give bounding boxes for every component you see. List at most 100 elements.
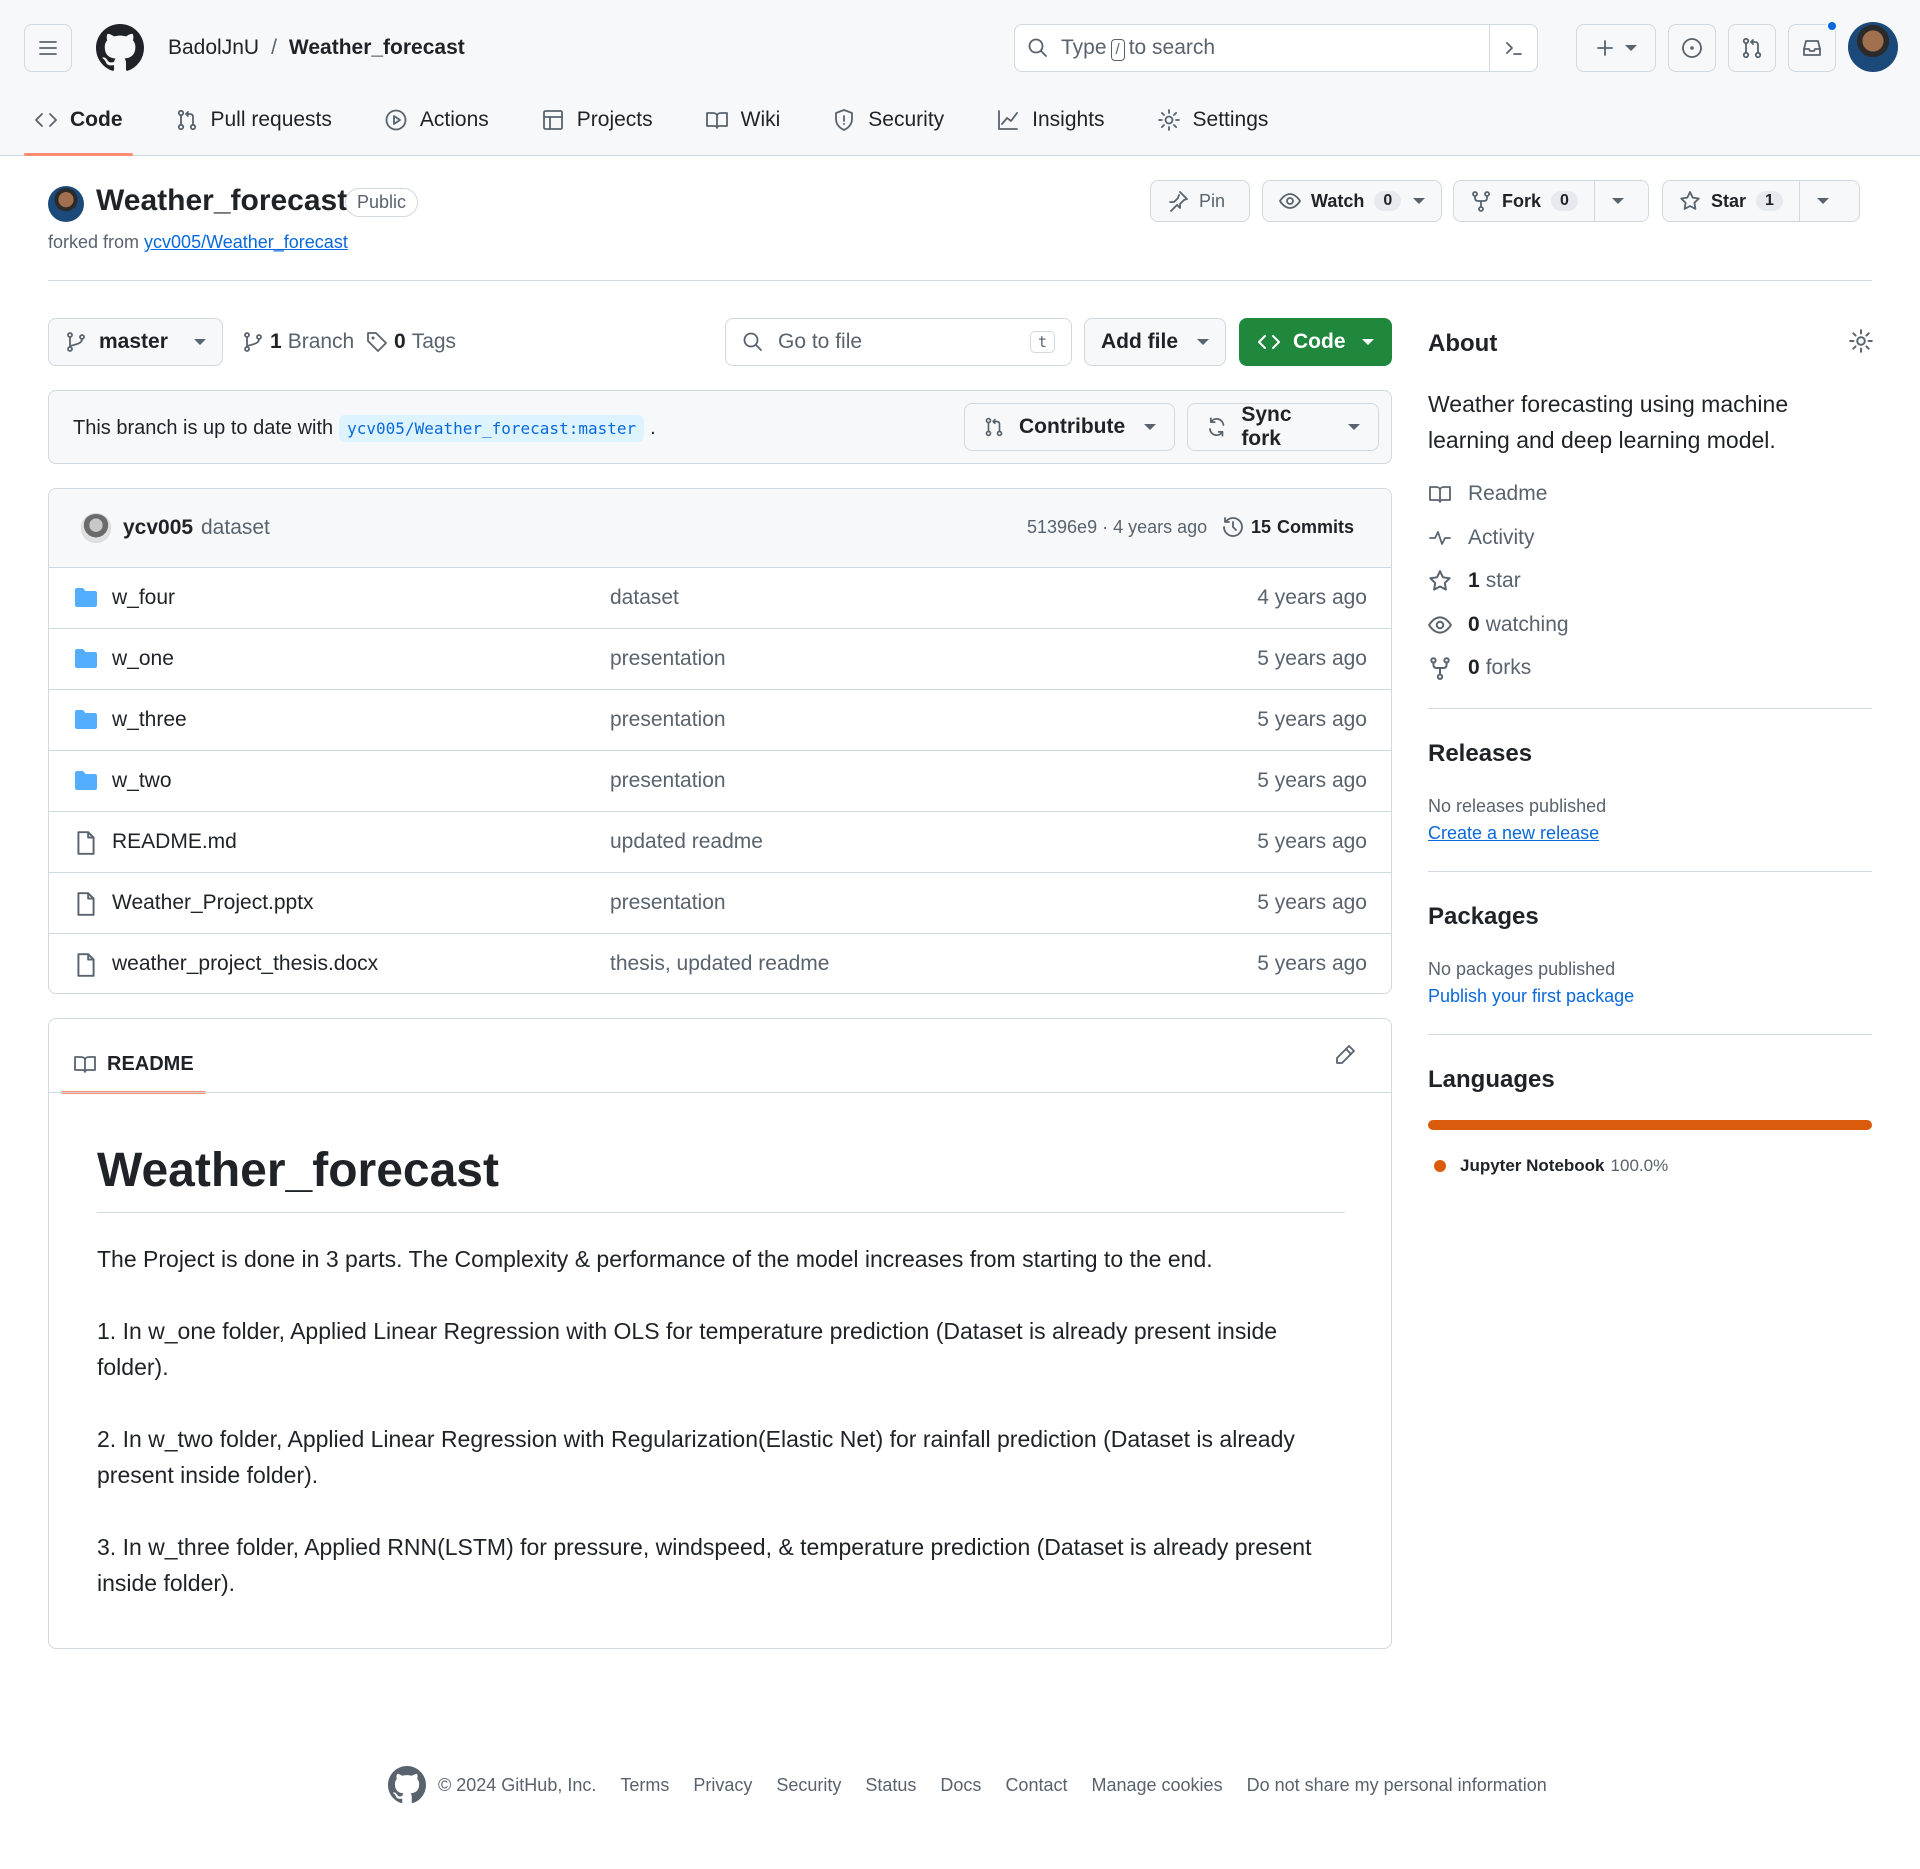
- breadcrumb-owner[interactable]: BadolJnU: [168, 36, 259, 60]
- file-commit-message[interactable]: presentation: [610, 769, 726, 793]
- footer-link-terms[interactable]: Terms: [620, 1775, 669, 1796]
- code-clone-button[interactable]: Code: [1239, 318, 1392, 366]
- watching-count: 0: [1468, 613, 1480, 636]
- footer-link-do-not-share[interactable]: Do not share my personal information: [1247, 1775, 1547, 1796]
- tab-wiki[interactable]: Wiki: [687, 96, 799, 144]
- create-release-link[interactable]: Create a new release: [1428, 823, 1599, 844]
- readme-panel: README Weather_forecast The Project is d…: [48, 1018, 1392, 1649]
- star-dropdown-button[interactable]: [1798, 181, 1847, 221]
- publish-package-link[interactable]: Publish your first package: [1428, 986, 1634, 1007]
- file-name[interactable]: Weather_Project.pptx: [112, 891, 314, 915]
- repo-forked-icon: [1430, 657, 1450, 680]
- file-row[interactable]: README.md updated readme 5 years ago: [49, 812, 1391, 873]
- file-row[interactable]: Weather_Project.pptx presentation 5 years …: [49, 873, 1391, 934]
- file-row[interactable]: w_one presentation 5 years ago: [49, 629, 1391, 690]
- upstream-ref[interactable]: ycv005/Weather_forecast:master: [339, 415, 645, 442]
- file-row[interactable]: weather_project_thesis.docx thesis, updat…: [49, 934, 1391, 993]
- file-row[interactable]: w_four dataset 4 years ago: [49, 568, 1391, 629]
- github-logo-icon[interactable]: [96, 24, 144, 72]
- star-label: Star: [1711, 190, 1747, 211]
- user-avatar[interactable]: [1848, 22, 1898, 72]
- menu-button[interactable]: [24, 24, 72, 72]
- edit-readme-button[interactable]: [1333, 1043, 1357, 1067]
- tab-settings[interactable]: Settings: [1139, 96, 1287, 144]
- stars-link[interactable]: 1 star: [1428, 569, 1521, 593]
- file-name[interactable]: w_three: [112, 708, 187, 732]
- tab-actions[interactable]: Actions: [366, 96, 507, 144]
- packages-heading[interactable]: Packages: [1428, 903, 1539, 931]
- book-icon: [705, 112, 728, 129]
- file-commit-message[interactable]: updated readme: [610, 830, 763, 854]
- file-commit-message[interactable]: presentation: [610, 708, 726, 732]
- file-name[interactable]: weather_project_thesis.docx: [112, 952, 378, 976]
- repo-owner-avatar[interactable]: [48, 186, 84, 222]
- code-button-label: Code: [1293, 330, 1346, 353]
- branches-link[interactable]: 1 Branch: [242, 330, 354, 354]
- sync-fork-button[interactable]: Sync fork: [1187, 403, 1379, 451]
- releases-heading[interactable]: Releases: [1428, 740, 1532, 768]
- global-search-input[interactable]: Type / to search: [1014, 24, 1538, 72]
- tab-code[interactable]: Code: [16, 96, 141, 156]
- repo-title[interactable]: Weather_forecast: [96, 184, 347, 218]
- search-icon: [1028, 38, 1047, 57]
- footer-link-manage-cookies[interactable]: Manage cookies: [1091, 1775, 1222, 1796]
- footer-link-status[interactable]: Status: [865, 1775, 916, 1796]
- readme-tab[interactable]: README: [61, 1035, 206, 1094]
- commit-sha-age[interactable]: 51396e9 · 4 years ago: [1027, 517, 1207, 538]
- sidebar-divider: [1428, 871, 1872, 872]
- commit-message[interactable]: dataset: [201, 516, 270, 540]
- file-icon: [77, 831, 95, 855]
- pull-requests-button[interactable]: [1728, 24, 1776, 72]
- tab-projects[interactable]: Projects: [523, 96, 671, 144]
- pin-button[interactable]: Pin: [1150, 180, 1250, 222]
- github-logo-icon[interactable]: [388, 1766, 426, 1804]
- breadcrumb-repo[interactable]: Weather_forecast: [289, 36, 465, 60]
- file-name[interactable]: README.md: [112, 830, 237, 854]
- footer-link-security[interactable]: Security: [776, 1775, 841, 1796]
- add-file-button[interactable]: Add file: [1084, 318, 1226, 366]
- file-name[interactable]: w_two: [112, 769, 172, 793]
- file-name[interactable]: w_one: [112, 647, 174, 671]
- language-item[interactable]: Jupyter Notebook 100.0%: [1434, 1156, 1668, 1176]
- commits-history-link[interactable]: 15 Commits: [1221, 515, 1354, 539]
- issues-button[interactable]: [1668, 24, 1716, 72]
- watch-button[interactable]: Watch 0: [1262, 180, 1442, 222]
- tags-link[interactable]: 0 Tags: [366, 330, 456, 354]
- forks-link[interactable]: 0 forks: [1428, 656, 1531, 680]
- file-commit-message[interactable]: thesis, updated readme: [610, 952, 829, 976]
- commit-author[interactable]: ycv005: [123, 516, 193, 540]
- file-commit-message[interactable]: presentation: [610, 891, 726, 915]
- footer-link-contact[interactable]: Contact: [1005, 1775, 1067, 1796]
- watchers-link[interactable]: 0 watching: [1428, 613, 1569, 637]
- file-row[interactable]: w_three presentation 5 years ago: [49, 690, 1391, 751]
- activity-link-label: Activity: [1468, 526, 1535, 549]
- tab-insights[interactable]: Insights: [978, 96, 1122, 144]
- file-row[interactable]: w_two presentation 5 years ago: [49, 751, 1391, 812]
- file-commit-message[interactable]: dataset: [610, 586, 679, 610]
- contribute-button[interactable]: Contribute: [964, 403, 1175, 451]
- readme-link[interactable]: Readme: [1428, 482, 1547, 506]
- command-palette-button[interactable]: [1489, 25, 1537, 71]
- go-to-file-input[interactable]: Go to file t: [725, 318, 1072, 366]
- about-heading: About: [1428, 330, 1498, 357]
- file-name[interactable]: w_four: [112, 586, 175, 610]
- commit-author-avatar[interactable]: [81, 513, 111, 543]
- go-to-file-shortcut: t: [1029, 331, 1055, 353]
- branch-select-button[interactable]: master: [48, 318, 223, 366]
- tab-pull-requests[interactable]: Pull requests: [157, 96, 350, 144]
- file-commit-message[interactable]: presentation: [610, 647, 726, 671]
- footer-copyright: © 2024 GitHub, Inc.: [438, 1774, 597, 1795]
- fork-button[interactable]: Fork 0: [1453, 180, 1649, 222]
- footer-link-docs[interactable]: Docs: [940, 1775, 981, 1796]
- fork-dropdown-button[interactable]: [1593, 181, 1642, 221]
- activity-link[interactable]: Activity: [1428, 526, 1535, 550]
- create-new-button[interactable]: [1576, 24, 1656, 72]
- file-icon-wrap: [73, 891, 99, 917]
- star-button[interactable]: Star 1: [1662, 180, 1860, 222]
- tab-security[interactable]: Security: [814, 96, 962, 144]
- forked-from-link[interactable]: ycv005/Weather_forecast: [144, 232, 348, 252]
- about-settings-button[interactable]: [1848, 328, 1874, 354]
- readme-paragraph: The Project is done in 3 parts. The Comp…: [97, 1246, 1213, 1272]
- footer-link-privacy[interactable]: Privacy: [693, 1775, 752, 1796]
- file-commit-age: 5 years ago: [1257, 708, 1367, 731]
